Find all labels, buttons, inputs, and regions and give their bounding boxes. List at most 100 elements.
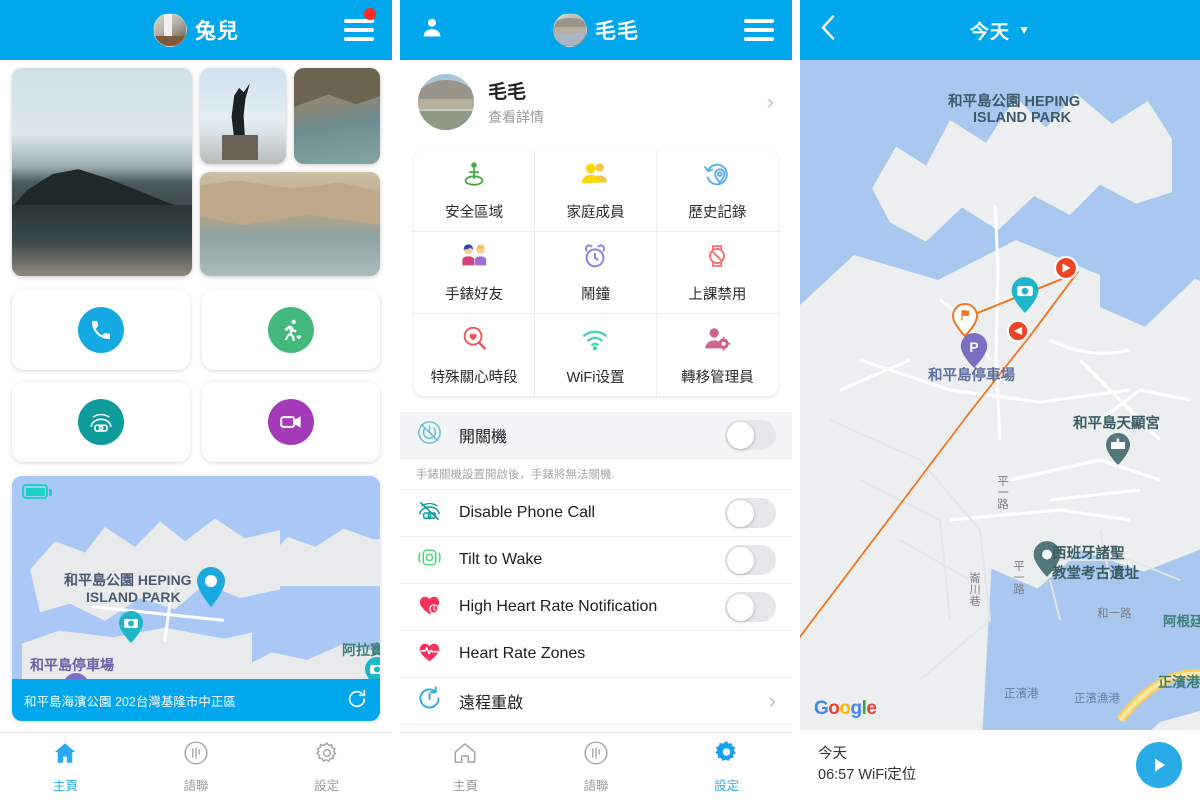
no-phone-icon [416, 497, 443, 529]
feature-special-care-time[interactable]: 特殊關心時段 [414, 314, 536, 396]
label-spanish-church-line2: 教堂考古遺址 [1052, 566, 1139, 582]
tab-voice-label: 語聯 [183, 778, 209, 793]
map-pin-photo-spot[interactable] [1010, 276, 1040, 319]
video-camera-icon [268, 399, 314, 445]
quick-action-sport[interactable] [202, 290, 380, 370]
label-heping-park-line1: 和平島公園 HEPING [64, 572, 192, 588]
setting-row-tilt-to-wake[interactable]: Tilt to Wake [400, 537, 792, 584]
toggle-switch[interactable] [725, 545, 776, 575]
feature-label: 特殊關心時段 [430, 369, 518, 386]
date-title: 今天 [970, 21, 1011, 43]
refresh-icon[interactable] [346, 688, 368, 713]
heart-alert-icon [416, 591, 443, 623]
tab-settings[interactable]: 設定 [261, 733, 392, 800]
tab-voice[interactable]: 語聯 [131, 733, 262, 800]
feature-transfer-admin[interactable]: 轉移管理員 [657, 314, 778, 396]
transfer-admin-icon [702, 324, 732, 359]
panel-home-screen: 兔兒 和平島公園 HEPING ISLAND PARK 和平島停車場 阿拉寶 和… [0, 0, 392, 800]
panel3-title-group[interactable]: 今天 ▼ [800, 0, 1200, 60]
home-icon [452, 740, 478, 771]
setting-row-remote-restart[interactable]: 遠程重啟 › [400, 678, 792, 725]
special-care-time-icon [459, 324, 489, 359]
quick-action-silent-call[interactable] [12, 382, 190, 462]
map-pin-photo-spot[interactable] [118, 610, 144, 649]
svg-text:P: P [969, 340, 978, 355]
feature-family-members[interactable]: 家庭成員 [535, 150, 657, 232]
feature-safe-zone[interactable]: 安全區域 [414, 150, 536, 232]
quick-action-phone-call[interactable] [12, 290, 190, 370]
feature-label: 安全區域 [445, 205, 504, 221]
no-landline-icon [78, 399, 124, 445]
feature-wifi-settings[interactable]: WiFi设置 [535, 314, 657, 396]
profile-name: 毛毛 [488, 82, 527, 103]
quick-actions-grid [0, 276, 392, 462]
panel-divider-1 [392, 0, 400, 800]
class-mode-disable-icon [702, 241, 732, 276]
location-history-icon [702, 159, 732, 194]
play-icon[interactable] [1136, 742, 1182, 788]
settings-list: 開關機 手錶關機設置開啟後，手錶將無法關機. Disable Phone Cal… [400, 412, 792, 725]
panel-settings-screen: 毛毛 毛毛 查看詳情 › 安全區域 家庭成員 歷史記錄 手錶好友 鬧鐘 上課禁用… [400, 0, 792, 800]
label-agenting: 阿根廷 [1163, 614, 1200, 629]
gallery-photo-rockshore[interactable] [200, 172, 380, 276]
setting-row-high-heart-rate[interactable]: High Heart Rate Notification [400, 584, 792, 631]
gallery-photo-statue[interactable] [200, 68, 286, 164]
feature-watch-friends[interactable]: 手錶好友 [414, 232, 536, 314]
toggle-switch[interactable] [725, 420, 776, 450]
panel2-topbar: 毛毛 [400, 0, 792, 60]
tab-home[interactable]: 主頁 [0, 733, 131, 800]
feature-class-disable[interactable]: 上課禁用 [656, 232, 778, 314]
panel2-title-group: 毛毛 [400, 0, 792, 60]
setting-row-power[interactable]: 開關機 [400, 412, 792, 459]
google-attribution: Google [814, 698, 877, 719]
label-heping-park-line1: 和平島公園 HEPING [948, 94, 1081, 110]
gallery-photo-rockpool[interactable] [294, 68, 380, 164]
tab-home[interactable]: 主頁 [400, 733, 531, 800]
tab-settings-label: 設定 [714, 779, 740, 793]
chevron-down-icon: ▼ [1018, 23, 1030, 37]
label-heping-parking: 和平島停車場 [928, 368, 1015, 384]
footer-date: 今天 [818, 745, 847, 762]
tab-settings[interactable]: 設定 [661, 733, 792, 800]
map-marker-mid[interactable] [1006, 319, 1030, 348]
map-route-path [800, 270, 1080, 639]
notification-dot [364, 8, 376, 20]
tab-home-label: 主頁 [52, 778, 78, 793]
feature-label: 轉移管理員 [681, 369, 754, 386]
setting-row-disable-phone-call[interactable]: Disable Phone Call [400, 490, 792, 537]
phone-icon [78, 307, 124, 353]
hamburger-menu-icon[interactable] [344, 19, 374, 41]
map-pin-current-location[interactable] [195, 566, 227, 613]
feature-alarm[interactable]: 鬧鐘 [535, 232, 657, 314]
tab-voice[interactable]: 語聯 [531, 733, 662, 800]
toggle-switch[interactable] [725, 498, 776, 528]
panel1-title-group: 兔兒 [0, 0, 392, 60]
setting-row-heart-rate-zones[interactable]: Heart Rate Zones [400, 631, 792, 678]
restart-icon [416, 685, 443, 717]
mini-map[interactable]: 和平島公園 HEPING ISLAND PARK 和平島停車場 阿拉寶 P 鎧 … [12, 476, 380, 721]
map-pin-temple[interactable] [1105, 432, 1131, 471]
map-marker-end[interactable] [1053, 255, 1079, 286]
feature-label: 手錶好友 [445, 287, 504, 303]
hamburger-menu-icon[interactable] [744, 19, 774, 41]
map-view[interactable]: P 和平島公園 HEPING ISLAND PARK 和平島停車場 和平島天顯宮… [800, 60, 1200, 730]
feature-label: 歷史記錄 [688, 205, 747, 221]
alarm-clock-icon [580, 241, 610, 276]
profile-row[interactable]: 毛毛 查看詳情 › [400, 60, 792, 144]
setting-label: High Heart Rate Notification [459, 598, 658, 615]
map-address-text: 和平島海濱公園 202台灣基隆市中正區 [24, 694, 236, 709]
label-zhengbin-harbor-2: 正濱港 [1158, 674, 1200, 690]
battery-full-icon [22, 484, 52, 499]
feature-location-history[interactable]: 歷史記錄 [656, 150, 778, 232]
setting-hint-text: 手錶關機設置開啟後，手錶將無法關機. [400, 459, 792, 490]
gallery-photo-large[interactable] [12, 68, 192, 276]
label-pingyi-road-2: 平一路 [996, 475, 1008, 510]
quick-action-video-call[interactable] [202, 382, 380, 462]
family-members-icon [580, 159, 610, 194]
panel-divider-2 [792, 0, 800, 800]
setting-label: 遠程重啟 [459, 695, 524, 712]
user-photo-avatar[interactable] [153, 13, 187, 47]
user-photo-avatar[interactable] [553, 13, 587, 47]
toggle-switch[interactable] [725, 592, 776, 622]
chevron-right-icon: › [766, 89, 774, 114]
